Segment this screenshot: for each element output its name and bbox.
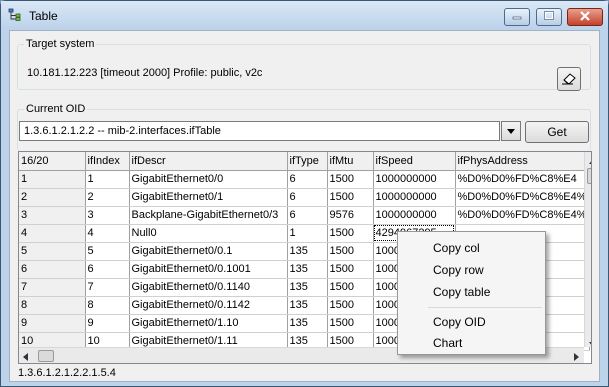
menu-item-copy-col[interactable]: Copy col — [400, 237, 543, 259]
row-header[interactable]: 6 — [19, 260, 86, 279]
table-cell[interactable]: 2 — [85, 188, 130, 207]
oid-dropdown-button[interactable] — [501, 121, 521, 141]
target-system-text: 10.181.12.223 [timeout 2000] Profile: pu… — [27, 67, 263, 79]
table-cell[interactable]: GigabitEthernet0/0.1142 — [129, 296, 288, 315]
table-cell[interactable]: %D0%D0%FD%C8%E4% — [455, 206, 590, 225]
menu-item-copy-row[interactable]: Copy row — [400, 259, 543, 281]
table-cell[interactable]: 1500 — [327, 296, 374, 315]
status-bar-text: 1.3.6.1.2.1.2.2.1.5.4 — [18, 367, 116, 379]
table-cell[interactable]: 1500 — [327, 314, 374, 333]
row-header[interactable]: 8 — [19, 296, 86, 315]
maximize-button[interactable] — [536, 8, 562, 26]
table-cell[interactable]: 6 — [287, 206, 328, 225]
maximize-icon — [544, 11, 554, 23]
menu-separator — [428, 307, 542, 308]
minimize-icon — [512, 11, 522, 23]
table-cell[interactable]: 1500 — [327, 260, 374, 279]
table-cell[interactable]: GigabitEthernet0/0 — [129, 170, 288, 189]
edit-target-button[interactable] — [557, 67, 581, 91]
table-row[interactable]: 2 2 GigabitEthernet0/1 6 1500 1000000000 %D0%D… — [19, 188, 590, 207]
table-cell[interactable]: Backplane-GigabitEthernet0/3 — [129, 206, 288, 225]
table-row[interactable]: 3 3 Backplane-GigabitEthernet0/3 6 9576 10000… — [19, 206, 590, 225]
table-cell[interactable]: 1500 — [327, 170, 374, 189]
table-cell[interactable]: GigabitEthernet0/0.1 — [129, 242, 288, 261]
menu-item-chart[interactable]: Chart — [400, 332, 543, 354]
corner-cell[interactable]: 16/20 — [19, 152, 86, 171]
table-cell[interactable]: 1500 — [327, 224, 374, 243]
table-cell[interactable]: 1500 — [327, 278, 374, 297]
table-cell[interactable]: 135 — [287, 278, 328, 297]
table-cell[interactable]: 1 — [85, 170, 130, 189]
eraser-icon — [561, 71, 577, 88]
row-header[interactable]: 5 — [19, 242, 86, 261]
table-tree-icon — [8, 8, 22, 22]
table-cell[interactable]: 3 — [85, 206, 130, 225]
table-cell[interactable]: 1000000000 — [373, 206, 456, 225]
table-cell[interactable]: GigabitEthernet0/1.10 — [129, 314, 288, 333]
menu-item-copy-table[interactable]: Copy table — [400, 281, 543, 303]
header-row: 16/20 ifIndex ifDescr ifType ifMtu ifSpe… — [19, 152, 590, 171]
table-cell[interactable]: 1000000000 — [373, 170, 456, 189]
table-cell[interactable]: 135 — [287, 260, 328, 279]
table-cell[interactable]: GigabitEthernet0/1 — [129, 188, 288, 207]
column-header-ifspeed[interactable]: ifSpeed — [373, 152, 456, 171]
table-cell[interactable]: 9576 — [327, 206, 374, 225]
table-cell[interactable]: 135 — [287, 242, 328, 261]
row-header[interactable]: 2 — [19, 188, 86, 207]
target-system-group: Target system 10.181.12.223 [timeout 200… — [17, 38, 591, 91]
table-cell[interactable]: 6 — [287, 170, 328, 189]
table-cell[interactable]: 1 — [287, 224, 328, 243]
row-header[interactable]: 7 — [19, 278, 86, 297]
scroll-down-icon[interactable] — [589, 338, 591, 350]
minimize-button[interactable] — [504, 8, 530, 26]
table-cell[interactable]: %D0%D0%FD%C8%E4 — [455, 170, 590, 189]
column-header-iftype[interactable]: ifType — [287, 152, 328, 171]
close-button[interactable] — [567, 8, 603, 26]
table-row[interactable]: 1 1 GigabitEthernet0/0 6 1500 1000000000 %D0%D… — [19, 170, 590, 189]
chevron-down-icon — [507, 125, 515, 137]
column-header-ifphysaddress[interactable]: ifPhysAddress — [455, 152, 590, 171]
table-cell[interactable]: 1000000000 — [373, 188, 456, 207]
table-cell[interactable]: 135 — [287, 296, 328, 315]
row-header[interactable]: 4 — [19, 224, 86, 243]
title-bar[interactable]: Table — [1, 1, 608, 29]
get-button[interactable]: Get — [525, 121, 589, 143]
target-system-legend: Target system — [26, 38, 95, 50]
table-cell[interactable]: GigabitEthernet0/0.1140 — [129, 278, 288, 297]
table-cell[interactable]: GigabitEthernet0/0.1001 — [129, 260, 288, 279]
horizontal-scroll-thumb[interactable] — [38, 350, 54, 362]
table-cell[interactable]: %D0%D0%FD%C8%E4% — [455, 188, 590, 207]
table-cell[interactable]: 5 — [85, 242, 130, 261]
row-header[interactable]: 3 — [19, 206, 86, 225]
column-header-ifdescr[interactable]: ifDescr — [129, 152, 288, 171]
context-menu: Copy col Copy row Copy table Copy OID Ch… — [397, 231, 546, 355]
table-cell[interactable]: 1500 — [327, 188, 374, 207]
row-header[interactable]: 9 — [19, 314, 86, 333]
table-window: Table Target system 10.181.12.223 [timeo… — [0, 0, 609, 387]
vertical-scroll-thumb[interactable] — [587, 168, 591, 184]
vertical-scrollbar[interactable] — [584, 152, 591, 350]
current-oid-legend: Current OID — [26, 103, 86, 115]
table-cell[interactable]: 1500 — [327, 242, 374, 261]
window-title: Table — [29, 9, 58, 23]
scroll-left-icon[interactable] — [23, 352, 28, 363]
menu-item-copy-oid[interactable]: Copy OID — [400, 311, 543, 333]
oid-input[interactable]: 1.3.6.1.2.1.2.2 -- mib-2.interfaces.ifTa… — [19, 121, 500, 141]
table-cell[interactable]: Null0 — [129, 224, 288, 243]
table-cell[interactable]: 6 — [287, 188, 328, 207]
row-header[interactable]: 1 — [19, 170, 86, 189]
table-cell[interactable]: 9 — [85, 314, 130, 333]
table-cell[interactable]: 4 — [85, 224, 130, 243]
scroll-up-icon[interactable] — [589, 155, 591, 167]
scroll-right-icon[interactable] — [574, 352, 579, 363]
table-cell[interactable]: 6 — [85, 260, 130, 279]
table-cell[interactable]: 7 — [85, 278, 130, 297]
table-cell[interactable]: 135 — [287, 314, 328, 333]
close-icon — [579, 10, 591, 24]
column-header-ifmtu[interactable]: ifMtu — [327, 152, 374, 171]
table-cell[interactable]: 8 — [85, 296, 130, 315]
column-header-ifindex[interactable]: ifIndex — [85, 152, 130, 171]
